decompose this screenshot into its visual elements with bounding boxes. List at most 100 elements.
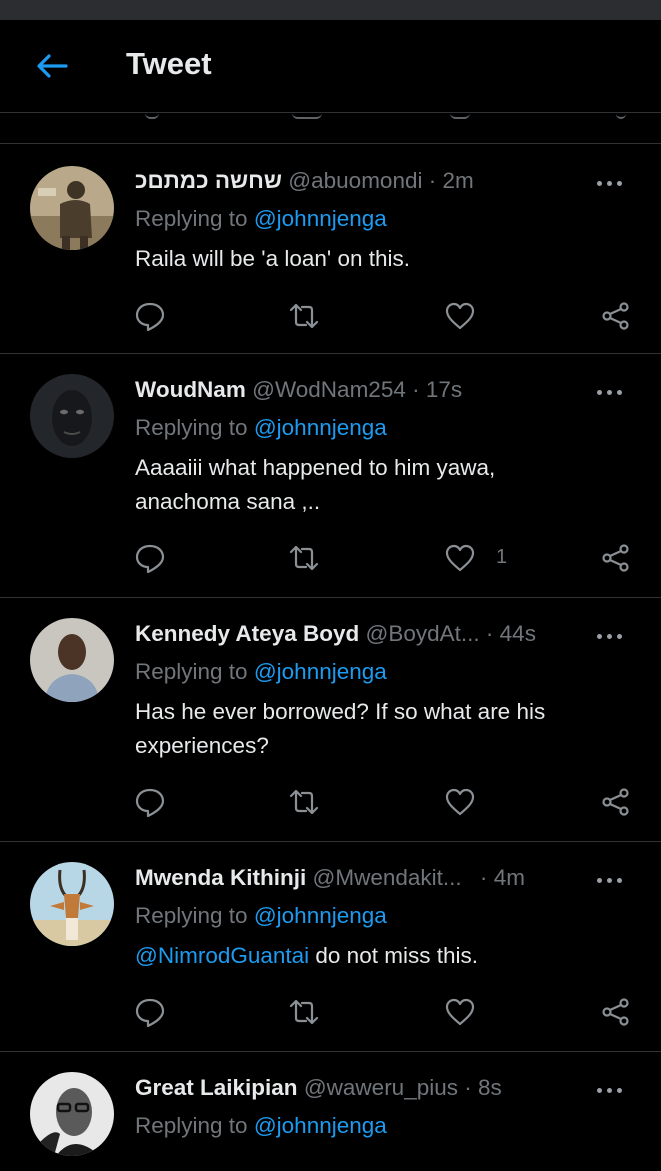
tweet-actions: [0, 996, 661, 1030]
display-name[interactable]: שחשה כמתםכ: [135, 168, 282, 193]
display-name[interactable]: Great Laikipian: [135, 1075, 298, 1100]
mention-link[interactable]: @johnnjenga: [254, 415, 387, 440]
timestamp[interactable]: 2m: [443, 168, 474, 193]
retweet-icon: [289, 545, 319, 571]
more-options-icon[interactable]: [597, 875, 627, 885]
like-button[interactable]: [444, 542, 476, 574]
user-handle[interactable]: @BoydAt...: [366, 621, 480, 646]
previous-tweet-actions: [0, 113, 661, 144]
portrait-avatar: [30, 618, 114, 702]
replying-to: Replying to @johnnjenga: [135, 657, 641, 695]
tweet-text: Has he ever borrowed? If so what are his…: [135, 695, 625, 763]
mention-link[interactable]: @johnnjenga: [254, 903, 387, 928]
display-name[interactable]: Mwenda Kithinji: [135, 865, 306, 890]
bw-portrait-avatar: [30, 1072, 114, 1156]
retweet-button[interactable]: [288, 786, 320, 818]
retweet-button[interactable]: [288, 300, 320, 332]
comment-icon: [135, 998, 165, 1028]
reply-tweet[interactable]: Great Laikipian @waweru_pius · 8s Replyi…: [0, 1052, 661, 1171]
retweet-icon-fragment: [292, 113, 322, 119]
retweet-button[interactable]: [288, 542, 320, 574]
display-name[interactable]: Kennedy Ateya Boyd: [135, 621, 359, 646]
user-handle[interactable]: @abuomondi: [288, 168, 422, 193]
mention-link[interactable]: @johnnjenga: [254, 1113, 387, 1138]
avatar[interactable]: [30, 166, 114, 250]
reply-tweet[interactable]: WoudNam @WodNam254 · 17s Replying to @jo…: [0, 354, 661, 598]
separator: ·: [479, 865, 488, 890]
display-name[interactable]: WoudNam: [135, 377, 246, 402]
heart-icon: [445, 544, 475, 572]
tweet-actions: [0, 786, 661, 820]
comment-icon: [135, 544, 165, 574]
more-options-icon[interactable]: [597, 387, 627, 397]
reply-button[interactable]: [134, 300, 166, 332]
separator: ·: [464, 1075, 472, 1100]
retweet-icon: [289, 999, 319, 1025]
replying-to-label: Replying to: [135, 206, 254, 231]
arrow-left-icon: [37, 54, 68, 78]
mention-link[interactable]: @johnnjenga: [254, 659, 387, 684]
reply-tweet[interactable]: Mwenda Kithinji @Mwendakit... · 4m Reply…: [0, 842, 661, 1052]
like-button[interactable]: [444, 786, 476, 818]
user-handle[interactable]: @waweru_pius: [304, 1075, 458, 1100]
timestamp[interactable]: 44s: [500, 621, 536, 646]
mention-link[interactable]: @johnnjenga: [254, 206, 387, 231]
heart-icon: [445, 998, 475, 1026]
like-button[interactable]: [444, 996, 476, 1028]
user-handle[interactable]: @Mwendakit...: [313, 865, 462, 890]
impala-avatar: [30, 862, 114, 946]
tweet-text-line: Has he ever borrowed? If so what are his: [135, 699, 546, 724]
like-button[interactable]: [444, 300, 476, 332]
share-icon: [602, 544, 629, 572]
retweet-icon: [289, 789, 319, 815]
back-button[interactable]: [34, 50, 70, 82]
more-options-icon[interactable]: [597, 178, 627, 188]
share-button[interactable]: [600, 996, 632, 1028]
avatar[interactable]: [30, 618, 114, 702]
more-options-icon[interactable]: [597, 631, 627, 641]
comment-icon: [135, 302, 165, 332]
tweet-text-line: Raila will be 'a loan' on this.: [135, 246, 410, 271]
tweet-text-line: experiences?: [135, 733, 269, 758]
timestamp[interactable]: 8s: [478, 1075, 502, 1100]
like-icon-fragment: [450, 113, 470, 119]
heart-icon: [445, 788, 475, 816]
reply-button[interactable]: [134, 996, 166, 1028]
tweet-text-line: anachoma sana ,..: [135, 489, 321, 514]
replying-to: Replying to @johnnjenga: [135, 901, 641, 939]
share-icon-fragment: [616, 113, 626, 119]
reply-button[interactable]: [134, 542, 166, 574]
tweet-text: Raila will be 'a loan' on this.: [135, 242, 625, 276]
more-options-icon[interactable]: [597, 1085, 627, 1095]
heart-icon: [445, 302, 475, 330]
timestamp[interactable]: 17s: [426, 377, 462, 402]
tweet-meta: Kennedy Ateya Boyd @BoydAt... · 44s: [135, 619, 641, 649]
user-handle[interactable]: @WodNam254: [252, 377, 406, 402]
retweet-button[interactable]: [288, 996, 320, 1028]
avatar[interactable]: [30, 374, 114, 458]
avatar[interactable]: [30, 1072, 114, 1156]
separator: ·: [485, 621, 494, 646]
separator: ·: [428, 168, 437, 193]
replying-to: Replying to @johnnjenga: [135, 413, 641, 451]
replying-to-label: Replying to: [135, 415, 254, 440]
replying-to: Replying to @johnnjenga: [135, 204, 641, 242]
page-title: Tweet: [126, 46, 212, 81]
reply-button[interactable]: [134, 786, 166, 818]
replying-to-label: Replying to: [135, 1113, 254, 1138]
replying-to: Replying to @johnnjenga: [135, 1111, 641, 1149]
reply-tweet[interactable]: שחשה כמתםכ @abuomondi · 2m Replying to @…: [0, 144, 661, 354]
soldier-photo-avatar: [30, 166, 114, 250]
reply-tweet[interactable]: Kennedy Ateya Boyd @BoydAt... · 44s Repl…: [0, 598, 661, 842]
share-button[interactable]: [600, 786, 632, 818]
portrait-avatar: [30, 374, 114, 458]
share-button[interactable]: [600, 542, 632, 574]
replying-to-label: Replying to: [135, 659, 254, 684]
share-button[interactable]: [600, 300, 632, 332]
timestamp[interactable]: 4m: [494, 865, 525, 890]
tweet-text-line: Aaaaiii what happened to him yawa,: [135, 455, 496, 480]
tweet-meta: שחשה כמתםכ @abuomondi · 2m: [135, 166, 641, 196]
avatar[interactable]: [30, 862, 114, 946]
text-mention-link[interactable]: @NimrodGuantai: [135, 943, 309, 968]
replying-to-label: Replying to: [135, 903, 254, 928]
